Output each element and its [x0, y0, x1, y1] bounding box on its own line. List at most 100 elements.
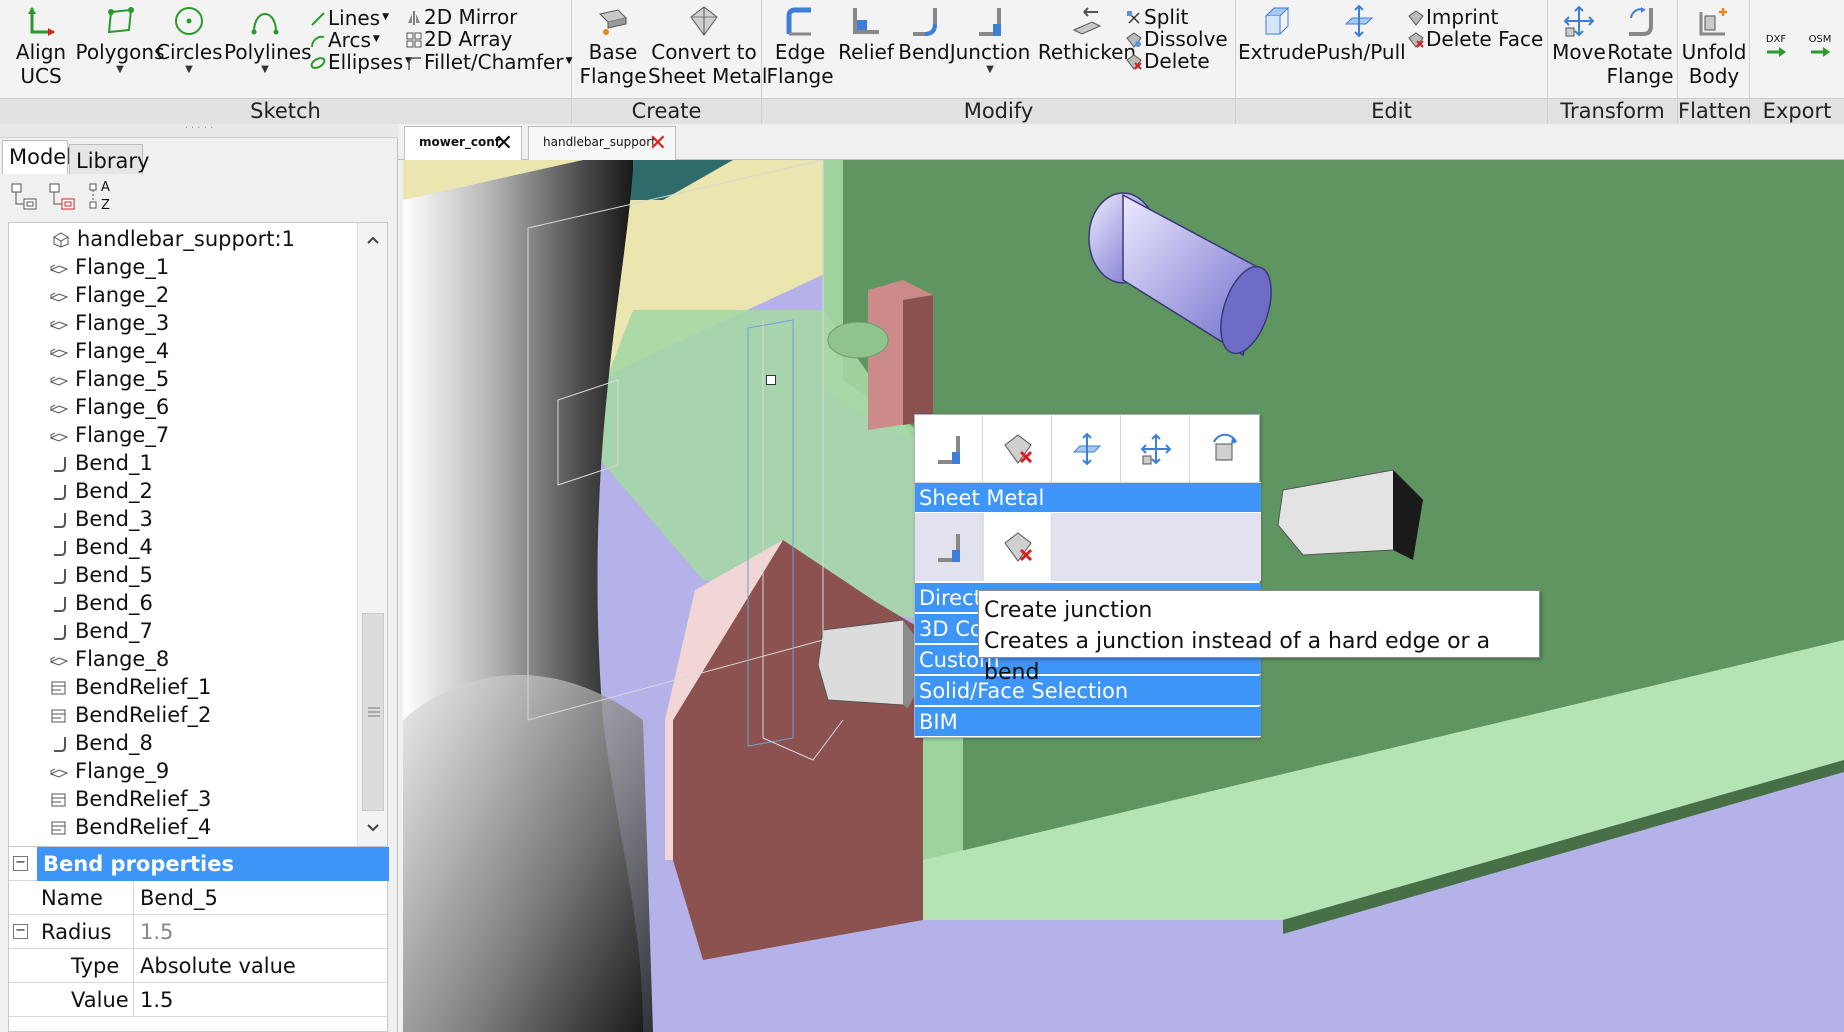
close-icon[interactable]: ✕	[649, 133, 667, 155]
tree-item[interactable]: Flange_4	[49, 337, 169, 365]
lines-button[interactable]: Lines ▼	[310, 6, 389, 29]
quad-delete-button[interactable]	[984, 513, 1052, 581]
relief-button[interactable]: Relief	[834, 4, 898, 64]
expand-tree-icon[interactable]	[10, 182, 40, 212]
flange-icon	[49, 283, 69, 302]
junction-icon	[938, 436, 960, 464]
panel-grip[interactable]: · · · · ·	[0, 124, 398, 138]
property-type-row[interactable]: Type Absolute value	[9, 949, 389, 983]
ribbon-group-sketch: Align UCS Polygons ▼ Circles ▼ Polylines…	[0, 0, 572, 124]
push-pull-icon	[1344, 4, 1374, 38]
property-value-row[interactable]: Value 1.5	[9, 983, 389, 1017]
quad-delete-button[interactable]	[984, 415, 1052, 483]
circles-button[interactable]: Circles ▼	[156, 4, 223, 76]
quad-section-sheet-metal[interactable]: Sheet Metal	[915, 483, 1261, 513]
tree-item[interactable]: BendRelief_1	[49, 673, 211, 701]
tree-item[interactable]: Bend_1	[49, 449, 153, 477]
tree-item[interactable]: Flange_1	[49, 253, 169, 281]
extrude-button[interactable]: Extrude	[1238, 4, 1316, 64]
bend-button[interactable]: Bend	[896, 4, 952, 64]
quad-junction-button[interactable]	[915, 415, 983, 483]
fillet-chamfer-button[interactable]: Fillet/Chamfer ▼	[406, 50, 572, 73]
scroll-up-icon[interactable]	[366, 235, 380, 245]
tree-item[interactable]: Flange_9	[49, 757, 169, 785]
export-osm-button[interactable]: OSM	[1802, 34, 1838, 62]
tree-item[interactable]: Bend_3	[49, 505, 153, 533]
fillet-icon	[408, 57, 421, 70]
tree-item[interactable]: BendRelief_2	[49, 701, 211, 729]
tree-item[interactable]: Flange_3	[49, 309, 169, 337]
delete-button[interactable]: Delete	[1126, 50, 1210, 72]
split-button[interactable]: Split	[1126, 6, 1188, 28]
tree-item[interactable]: BendRelief_4	[49, 813, 211, 841]
collapse-tree-icon[interactable]	[48, 182, 78, 212]
ribbon-group-create: Base Flange Convert to Sheet Metal Creat…	[572, 0, 767, 124]
export-dxf-button[interactable]: DXF	[1758, 34, 1794, 62]
tree-item[interactable]: BendRelief_3	[49, 785, 211, 813]
align-ucs-button[interactable]: Align UCS	[10, 4, 72, 88]
tab-document-handlebar-support[interactable]: handlebar_support ✕	[528, 126, 676, 160]
collapse-icon[interactable]: −	[13, 856, 28, 871]
ribbon-group-edit: Extrude Push/Pull Imprint Delete Face Ed…	[1236, 0, 1548, 124]
tree-item[interactable]: Flange_6	[49, 393, 169, 421]
array-2d-button[interactable]: 2D Array	[406, 28, 512, 50]
property-name-row[interactable]: Name Bend_5	[9, 881, 389, 915]
move-button[interactable]: Move	[1552, 4, 1606, 64]
property-divider	[133, 949, 134, 983]
align-ucs-icon	[28, 7, 55, 36]
chevron-down-icon: ▼	[372, 34, 380, 44]
mirror-2d-button[interactable]: 2D Mirror	[406, 6, 517, 28]
tab-library[interactable]: Library	[69, 144, 149, 174]
junction-button[interactable]: Junction ▼	[948, 4, 1032, 76]
polylines-button[interactable]: Polylines ▼	[224, 4, 312, 76]
tree-item[interactable]: Flange_7	[49, 421, 169, 449]
tree-item[interactable]: handlebar_support:1	[51, 225, 295, 253]
tab-model[interactable]: Model	[2, 140, 72, 174]
delete-icon	[1126, 54, 1142, 70]
property-divider	[133, 915, 134, 949]
tree-item[interactable]: Flange_5	[49, 365, 169, 393]
unfold-body-button[interactable]: Unfold Body	[1680, 4, 1748, 88]
ribbon-group-label: Sketch	[0, 98, 571, 124]
push-pull-icon	[1072, 432, 1102, 466]
convert-to-sheet-metal-button[interactable]: Convert to Sheet Metal	[648, 4, 767, 88]
quad-rotate-button[interactable]	[1191, 415, 1259, 483]
scroll-down-icon[interactable]	[366, 823, 380, 833]
tree-item-label: Bend_8	[75, 731, 153, 755]
tree-item[interactable]: Bend_4	[49, 533, 153, 561]
quad-section-bim[interactable]: BIM	[915, 707, 1261, 737]
document-tabs: mower_conf ✕ handlebar_support ✕	[398, 124, 1844, 160]
tree-item[interactable]: Bend_7	[49, 617, 153, 645]
dissolve-button[interactable]: Dissolve	[1126, 28, 1228, 50]
collapse-icon[interactable]: −	[13, 924, 28, 939]
quad-junction-button[interactable]	[915, 513, 983, 581]
tab-document-mower-conf[interactable]: mower_conf ✕	[404, 126, 522, 160]
rotate-flange-button[interactable]: Rotate Flange	[1606, 4, 1674, 88]
delete-face-button[interactable]: Delete Face	[1408, 28, 1543, 50]
tree-item-label: BendRelief_3	[75, 787, 212, 811]
close-icon[interactable]: ✕	[495, 133, 513, 155]
bend-icon	[49, 731, 69, 752]
ellipses-button[interactable]: Ellipses ▼	[310, 50, 412, 73]
tree-item[interactable]: Flange_2	[49, 281, 169, 309]
polygons-button[interactable]: Polygons ▼	[70, 4, 170, 76]
quad-move-button[interactable]	[1122, 415, 1190, 483]
quad-push-pull-button[interactable]	[1053, 415, 1121, 483]
line-icon	[311, 12, 325, 26]
relief-icon	[49, 815, 69, 835]
tree-item-label: Flange_2	[75, 283, 170, 307]
imprint-button[interactable]: Imprint	[1408, 6, 1498, 28]
tree-item[interactable]: Flange_8	[49, 645, 169, 673]
selection-grip[interactable]	[766, 375, 776, 385]
push-pull-button[interactable]: Push/Pull	[1316, 4, 1406, 64]
tree-item[interactable]: Bend_6	[49, 589, 153, 617]
tree-item[interactable]: Bend_2	[49, 477, 153, 505]
scrollbar-thumb[interactable]	[362, 613, 384, 811]
tree-item[interactable]: Bend_5	[49, 561, 153, 589]
property-radius-row[interactable]: − Radius 1.5	[9, 915, 389, 949]
edge-flange-button[interactable]: Edge Flange	[764, 4, 836, 88]
arcs-button[interactable]: Arcs ▼	[310, 28, 380, 51]
properties-title: Bend properties	[37, 847, 389, 881]
tree-item[interactable]: Bend_8	[49, 729, 153, 757]
base-flange-button[interactable]: Base Flange	[576, 4, 650, 88]
